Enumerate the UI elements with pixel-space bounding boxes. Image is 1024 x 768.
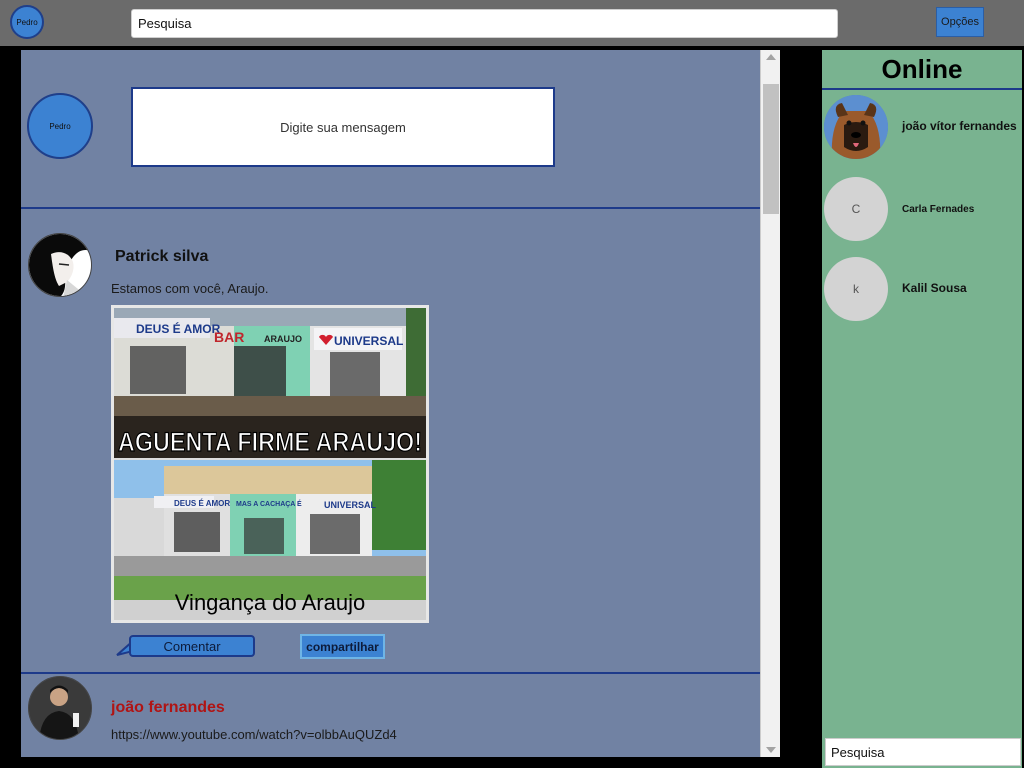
sign-universal-top: UNIVERSAL (334, 334, 403, 348)
dog-photo-icon (824, 95, 888, 159)
person-photo-icon (29, 677, 91, 739)
scroll-up-icon[interactable] (766, 54, 776, 60)
online-contact[interactable]: C Carla Fernades (822, 177, 1022, 243)
contact-avatar: k (824, 257, 888, 321)
sign-universal-bottom: UNIVERSAL (324, 500, 377, 510)
online-contact[interactable]: joão vítor fernandes (822, 95, 1022, 161)
composer-avatar: Pedro (27, 93, 93, 159)
contact-avatar (824, 95, 888, 159)
meme-caption-bottom: Vingança do Araujo (175, 590, 365, 615)
meme-caption-top: AGUENTA FIRME ARAUJO! (118, 427, 422, 457)
anime-avatar-icon (29, 234, 91, 296)
online-contact[interactable]: k Kalil Sousa (822, 257, 1022, 323)
post-author[interactable]: Patrick silva (115, 248, 208, 266)
options-button[interactable]: Opções (936, 7, 984, 37)
scroll-down-icon[interactable] (766, 747, 776, 753)
post-author-avatar[interactable] (28, 676, 92, 740)
contact-name: joão vítor fernandes (902, 119, 1017, 133)
sign-deus-e-amor-bottom: DEUS É AMOR (174, 499, 230, 508)
share-button[interactable]: compartilhar (300, 634, 385, 659)
top-bar: Pedro Opções (0, 0, 1024, 46)
post-author-avatar[interactable] (28, 233, 92, 297)
contact-name: Kalil Sousa (902, 281, 967, 295)
feed: Pedro Digite sua mensagem Patrick silva … (21, 50, 760, 757)
user-avatar[interactable]: Pedro (10, 5, 44, 39)
scroll-thumb[interactable] (763, 84, 779, 214)
comment-button[interactable]: Comentar (129, 635, 255, 657)
feed-scrollbar[interactable] (760, 50, 780, 757)
post-image[interactable]: DEUS É AMOR BAR ARAUJO UNIVERSAL AGUENTA… (111, 305, 429, 623)
search-input[interactable] (131, 9, 838, 38)
sign-deus-e-amor: DEUS É AMOR (136, 321, 221, 336)
sign-bar: BAR (214, 329, 244, 345)
post: joão fernandes https://www.youtube.com/w… (21, 676, 760, 757)
storefront-meme-image: DEUS É AMOR BAR ARAUJO UNIVERSAL AGUENTA… (114, 308, 426, 620)
post-author[interactable]: joão fernandes (111, 699, 225, 717)
online-panel: Online joão vítor fernandes C Carla Fern… (822, 50, 1022, 768)
online-search-input[interactable] (825, 738, 1021, 766)
post-composer: Pedro Digite sua mensagem (21, 50, 760, 209)
online-title: Online (822, 50, 1022, 90)
sign-araujo: ARAUJO (264, 334, 302, 344)
post-text: Estamos com você, Araujo. (111, 281, 269, 296)
message-input[interactable]: Digite sua mensagem (131, 87, 555, 167)
contact-name: Carla Fernades (902, 204, 975, 215)
contact-avatar: C (824, 177, 888, 241)
post-link[interactable]: https://www.youtube.com/watch?v=olbbAuQU… (111, 727, 397, 742)
sign-cachaca: MAS A CACHAÇA É (236, 499, 302, 508)
post: Patrick silva Estamos com você, Araujo. … (21, 211, 760, 674)
